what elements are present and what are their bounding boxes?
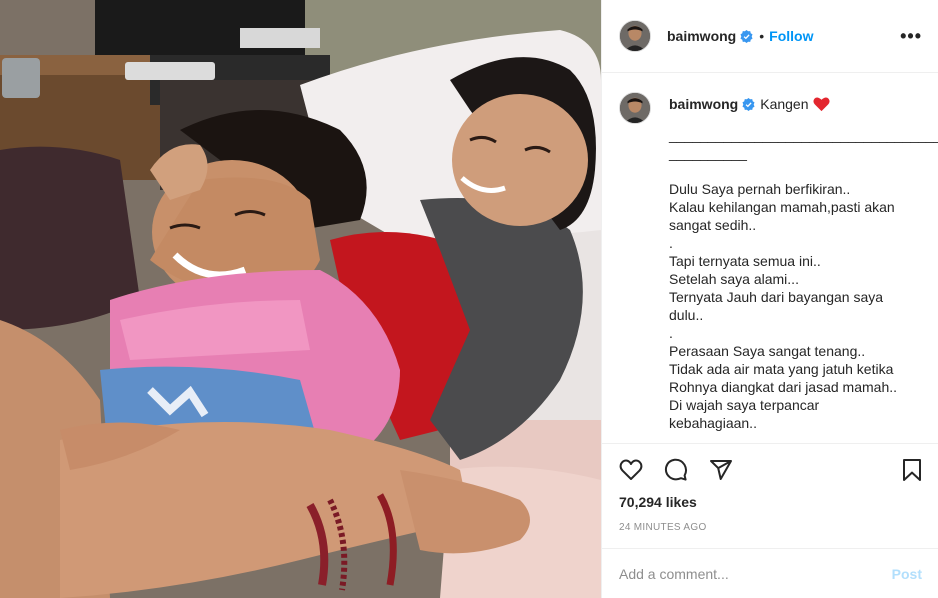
caption-line: ________________________________________ [669,127,938,143]
caption-line: Setelah saya alami... [669,271,799,287]
caption-scroll-area[interactable]: baimwong Kangen ________________________… [602,74,938,444]
post-photo[interactable] [0,0,601,598]
caption-line: Tapi ternyata semua ini.. [669,253,821,269]
share-icon [710,460,732,480]
post-header: baimwong • Follow ••• [602,0,938,73]
caption-line: __________ [669,145,747,161]
heart-icon [619,459,643,480]
bookmark-icon [903,459,921,481]
caption-username-link[interactable]: baimwong [669,96,738,112]
comment-button[interactable] [664,458,688,482]
caption-avatar[interactable] [619,92,651,124]
more-options-icon[interactable]: ••• [900,27,922,45]
caption-line: sangat sedih.. [669,217,757,233]
comment-icon [664,458,688,481]
post-sidebar: baimwong • Follow ••• baimwong Kangen __… [601,0,938,598]
comment-input[interactable] [619,565,892,582]
save-button[interactable] [900,458,924,482]
verified-badge-icon [740,29,753,43]
verified-badge-icon [742,97,755,111]
avatar-image [620,93,650,123]
caption-line: . [669,235,673,251]
caption-line: Rohnya diangkat dari jasad mamah.. [669,379,898,395]
comment-form: Post [602,548,938,598]
likes-count[interactable]: 70,294 likes [619,494,697,510]
caption-body: baimwong Kangen ________________________… [669,92,938,432]
post-comment-button[interactable]: Post [892,566,922,582]
photo-illustration [0,0,601,598]
red-heart-emoji [812,97,830,112]
caption-row: baimwong Kangen ________________________… [619,92,938,432]
post-timestamp[interactable]: 24 MINUTES AGO [619,522,707,533]
caption-line: Kalau kehilangan mamah,pasti akan [669,199,895,215]
separator-dot: • [759,28,765,44]
caption-line: dulu.. [669,307,704,323]
caption-line: Tidak ada air mata yang jatuh ketika [669,361,894,377]
username-link[interactable]: baimwong [667,28,736,44]
caption-first-line: Kangen [760,96,809,112]
like-button[interactable] [619,458,643,482]
caption-line: kebahagiaan.. [669,415,757,431]
caption-head: baimwong Kangen [669,92,909,116]
caption-line: Dulu Saya pernah berfikiran.. [669,181,851,197]
share-button[interactable] [709,458,733,482]
caption-line: Perasaan Saya sangat tenang.. [669,343,866,359]
caption-text: ___________________________________ _____… [669,126,938,432]
caption-line: . [669,325,673,341]
caption-line: Di wajah saya terpancar [669,397,820,413]
post-actions [619,455,924,485]
caption-line [669,162,909,180]
avatar[interactable] [619,20,651,52]
avatar-image [620,21,650,51]
follow-button[interactable]: Follow [769,28,813,44]
caption-line: Ternyata Jauh dari bayangan saya [669,289,884,305]
